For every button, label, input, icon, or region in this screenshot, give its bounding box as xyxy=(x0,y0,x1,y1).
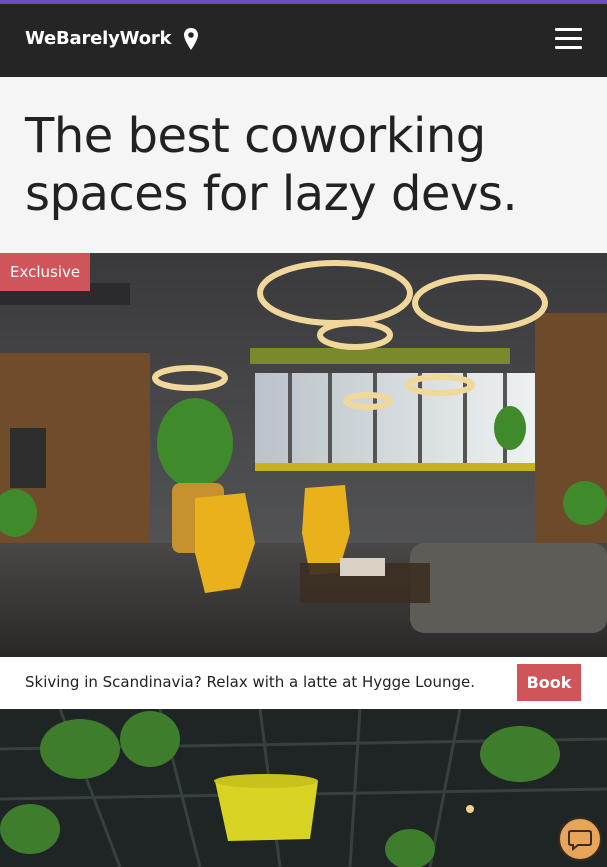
listing-caption: Skiving in Scandinavia? Relax with a lat… xyxy=(25,673,475,691)
page-title: The best coworking spaces for lazy devs. xyxy=(25,108,518,222)
map-pin-icon[interactable] xyxy=(183,27,199,51)
hero: The best coworking spaces for lazy devs. xyxy=(0,77,607,253)
brand-logo[interactable]: WeBarelyWork xyxy=(25,28,172,49)
exclusive-badge: Exclusive xyxy=(0,253,91,291)
coworking-space-photo-2[interactable] xyxy=(0,709,607,867)
listing-caption-bar: Skiving in Scandinavia? Relax with a lat… xyxy=(0,657,607,709)
hamburger-menu-icon[interactable] xyxy=(555,28,582,50)
chat-bubble-icon[interactable] xyxy=(558,817,602,861)
coworking-space-photo[interactable] xyxy=(0,253,607,657)
navbar: WeBarelyWork xyxy=(0,4,607,77)
book-button[interactable]: Book xyxy=(517,664,581,701)
